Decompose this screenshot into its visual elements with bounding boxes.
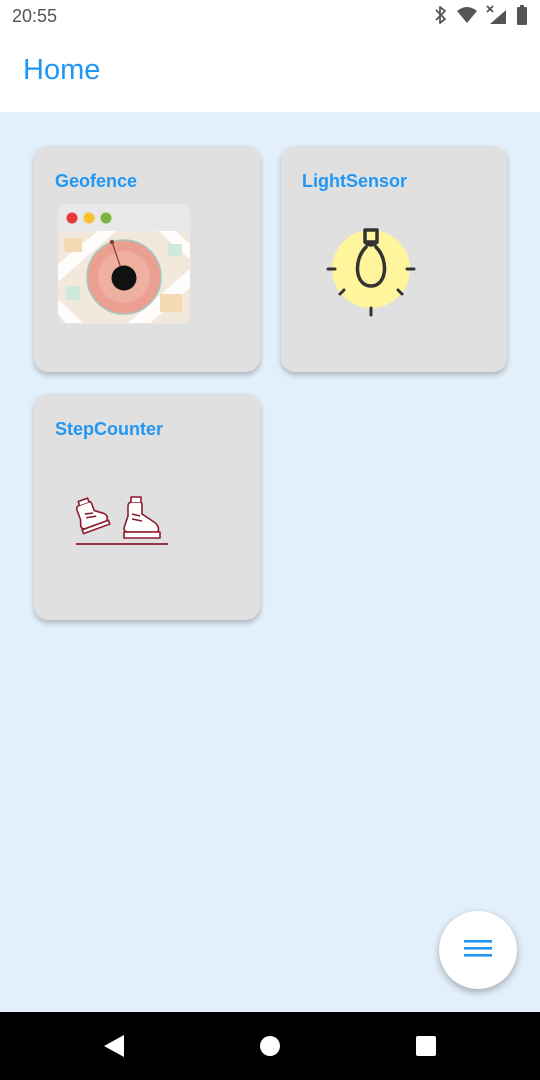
bluetooth-icon	[434, 5, 448, 30]
lightsensor-card[interactable]: LightSensor	[281, 146, 507, 372]
stepcounter-card[interactable]: StepCounter	[34, 394, 260, 620]
status-bar: 20:55	[0, 0, 540, 34]
card-title-stepcounter: StepCounter	[55, 419, 163, 439]
geofence-card[interactable]: Geofence	[34, 146, 260, 372]
recents-icon[interactable]	[415, 1034, 437, 1063]
wifi-icon	[456, 6, 478, 29]
status-icons	[434, 4, 528, 30]
app-bar: Home	[0, 34, 540, 112]
menu-icon	[464, 938, 492, 963]
status-time: 20:55	[12, 6, 58, 26]
battery-icon	[516, 4, 528, 30]
content-area: Geofence LightSensor StepCounter	[0, 112, 540, 1012]
geofence-map-icon	[58, 204, 192, 333]
back-icon[interactable]	[103, 1034, 125, 1063]
system-nav-bar	[0, 1012, 540, 1080]
card-title-geofence: Geofence	[55, 171, 138, 191]
home-icon[interactable]	[259, 1034, 281, 1063]
sneakers-icon	[74, 494, 170, 553]
light-bulb-icon	[325, 226, 417, 323]
menu-fab-button[interactable]	[439, 911, 517, 989]
cellular-no-data-icon	[486, 4, 508, 30]
page-title: Home	[23, 54, 101, 86]
card-title-lightsensor: LightSensor	[302, 171, 408, 191]
